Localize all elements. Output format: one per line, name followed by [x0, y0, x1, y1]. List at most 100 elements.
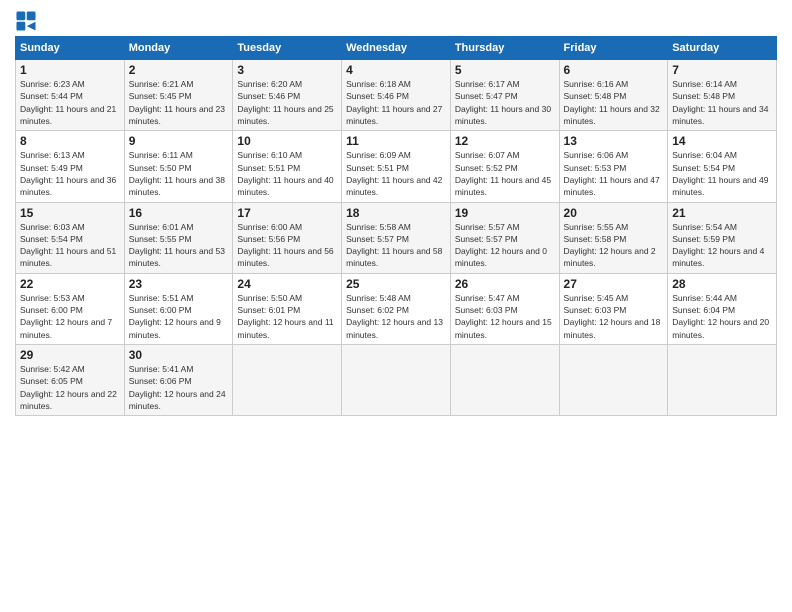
day-cell: [342, 345, 451, 416]
day-cell: 9Sunrise: 6:11 AMSunset: 5:50 PMDaylight…: [124, 131, 233, 202]
day-cell: 30Sunrise: 5:41 AMSunset: 6:06 PMDayligh…: [124, 345, 233, 416]
day-number: 4: [346, 63, 446, 77]
day-number: 20: [564, 206, 664, 220]
day-number: 26: [455, 277, 555, 291]
day-info: Sunrise: 5:42 AMSunset: 6:05 PMDaylight:…: [20, 363, 120, 412]
day-cell: 8Sunrise: 6:13 AMSunset: 5:49 PMDaylight…: [16, 131, 125, 202]
day-info: Sunrise: 5:45 AMSunset: 6:03 PMDaylight:…: [564, 292, 664, 341]
day-cell: 18Sunrise: 5:58 AMSunset: 5:57 PMDayligh…: [342, 202, 451, 273]
day-number: 10: [237, 134, 337, 148]
day-cell: 22Sunrise: 5:53 AMSunset: 6:00 PMDayligh…: [16, 273, 125, 344]
day-number: 5: [455, 63, 555, 77]
week-row-3: 15Sunrise: 6:03 AMSunset: 5:54 PMDayligh…: [16, 202, 777, 273]
week-row-1: 1Sunrise: 6:23 AMSunset: 5:44 PMDaylight…: [16, 60, 777, 131]
calendar-header-row: SundayMondayTuesdayWednesdayThursdayFrid…: [16, 37, 777, 60]
day-number: 1: [20, 63, 120, 77]
col-header-sunday: Sunday: [16, 37, 125, 60]
day-number: 8: [20, 134, 120, 148]
day-info: Sunrise: 6:07 AMSunset: 5:52 PMDaylight:…: [455, 149, 555, 198]
day-cell: 21Sunrise: 5:54 AMSunset: 5:59 PMDayligh…: [668, 202, 777, 273]
day-cell: 29Sunrise: 5:42 AMSunset: 6:05 PMDayligh…: [16, 345, 125, 416]
day-info: Sunrise: 6:09 AMSunset: 5:51 PMDaylight:…: [346, 149, 446, 198]
day-number: 12: [455, 134, 555, 148]
day-cell: 27Sunrise: 5:45 AMSunset: 6:03 PMDayligh…: [559, 273, 668, 344]
day-cell: 15Sunrise: 6:03 AMSunset: 5:54 PMDayligh…: [16, 202, 125, 273]
day-cell: 6Sunrise: 6:16 AMSunset: 5:48 PMDaylight…: [559, 60, 668, 131]
day-cell: 5Sunrise: 6:17 AMSunset: 5:47 PMDaylight…: [450, 60, 559, 131]
day-cell: 1Sunrise: 6:23 AMSunset: 5:44 PMDaylight…: [16, 60, 125, 131]
day-cell: 7Sunrise: 6:14 AMSunset: 5:48 PMDaylight…: [668, 60, 777, 131]
day-number: 6: [564, 63, 664, 77]
day-number: 24: [237, 277, 337, 291]
day-info: Sunrise: 6:16 AMSunset: 5:48 PMDaylight:…: [564, 78, 664, 127]
day-number: 21: [672, 206, 772, 220]
day-cell: 10Sunrise: 6:10 AMSunset: 5:51 PMDayligh…: [233, 131, 342, 202]
week-row-2: 8Sunrise: 6:13 AMSunset: 5:49 PMDaylight…: [16, 131, 777, 202]
day-cell: 13Sunrise: 6:06 AMSunset: 5:53 PMDayligh…: [559, 131, 668, 202]
day-cell: 24Sunrise: 5:50 AMSunset: 6:01 PMDayligh…: [233, 273, 342, 344]
day-info: Sunrise: 5:47 AMSunset: 6:03 PMDaylight:…: [455, 292, 555, 341]
week-row-5: 29Sunrise: 5:42 AMSunset: 6:05 PMDayligh…: [16, 345, 777, 416]
day-info: Sunrise: 6:10 AMSunset: 5:51 PMDaylight:…: [237, 149, 337, 198]
day-cell: 25Sunrise: 5:48 AMSunset: 6:02 PMDayligh…: [342, 273, 451, 344]
day-cell: 17Sunrise: 6:00 AMSunset: 5:56 PMDayligh…: [233, 202, 342, 273]
header: [15, 10, 777, 32]
day-cell: 12Sunrise: 6:07 AMSunset: 5:52 PMDayligh…: [450, 131, 559, 202]
day-number: 3: [237, 63, 337, 77]
day-info: Sunrise: 5:58 AMSunset: 5:57 PMDaylight:…: [346, 221, 446, 270]
day-number: 19: [455, 206, 555, 220]
day-cell: 28Sunrise: 5:44 AMSunset: 6:04 PMDayligh…: [668, 273, 777, 344]
day-info: Sunrise: 6:20 AMSunset: 5:46 PMDaylight:…: [237, 78, 337, 127]
day-info: Sunrise: 6:21 AMSunset: 5:45 PMDaylight:…: [129, 78, 229, 127]
day-info: Sunrise: 6:00 AMSunset: 5:56 PMDaylight:…: [237, 221, 337, 270]
day-cell: 20Sunrise: 5:55 AMSunset: 5:58 PMDayligh…: [559, 202, 668, 273]
day-info: Sunrise: 6:03 AMSunset: 5:54 PMDaylight:…: [20, 221, 120, 270]
day-cell: 11Sunrise: 6:09 AMSunset: 5:51 PMDayligh…: [342, 131, 451, 202]
day-info: Sunrise: 6:06 AMSunset: 5:53 PMDaylight:…: [564, 149, 664, 198]
day-cell: 26Sunrise: 5:47 AMSunset: 6:03 PMDayligh…: [450, 273, 559, 344]
logo: [15, 10, 39, 32]
day-number: 14: [672, 134, 772, 148]
col-header-monday: Monday: [124, 37, 233, 60]
day-info: Sunrise: 6:01 AMSunset: 5:55 PMDaylight:…: [129, 221, 229, 270]
day-info: Sunrise: 5:44 AMSunset: 6:04 PMDaylight:…: [672, 292, 772, 341]
day-number: 30: [129, 348, 229, 362]
day-info: Sunrise: 6:18 AMSunset: 5:46 PMDaylight:…: [346, 78, 446, 127]
day-number: 23: [129, 277, 229, 291]
day-info: Sunrise: 6:13 AMSunset: 5:49 PMDaylight:…: [20, 149, 120, 198]
col-header-tuesday: Tuesday: [233, 37, 342, 60]
day-cell: 16Sunrise: 6:01 AMSunset: 5:55 PMDayligh…: [124, 202, 233, 273]
day-info: Sunrise: 5:51 AMSunset: 6:00 PMDaylight:…: [129, 292, 229, 341]
day-cell: [233, 345, 342, 416]
day-info: Sunrise: 5:50 AMSunset: 6:01 PMDaylight:…: [237, 292, 337, 341]
col-header-thursday: Thursday: [450, 37, 559, 60]
day-info: Sunrise: 6:14 AMSunset: 5:48 PMDaylight:…: [672, 78, 772, 127]
day-info: Sunrise: 6:23 AMSunset: 5:44 PMDaylight:…: [20, 78, 120, 127]
day-cell: [450, 345, 559, 416]
day-info: Sunrise: 5:53 AMSunset: 6:00 PMDaylight:…: [20, 292, 120, 341]
day-number: 29: [20, 348, 120, 362]
day-number: 25: [346, 277, 446, 291]
day-number: 15: [20, 206, 120, 220]
day-info: Sunrise: 6:11 AMSunset: 5:50 PMDaylight:…: [129, 149, 229, 198]
logo-icon: [15, 10, 37, 32]
day-info: Sunrise: 6:04 AMSunset: 5:54 PMDaylight:…: [672, 149, 772, 198]
day-number: 11: [346, 134, 446, 148]
day-cell: 23Sunrise: 5:51 AMSunset: 6:00 PMDayligh…: [124, 273, 233, 344]
day-cell: 14Sunrise: 6:04 AMSunset: 5:54 PMDayligh…: [668, 131, 777, 202]
col-header-saturday: Saturday: [668, 37, 777, 60]
day-number: 9: [129, 134, 229, 148]
day-info: Sunrise: 5:55 AMSunset: 5:58 PMDaylight:…: [564, 221, 664, 270]
day-number: 2: [129, 63, 229, 77]
day-cell: 2Sunrise: 6:21 AMSunset: 5:45 PMDaylight…: [124, 60, 233, 131]
day-number: 7: [672, 63, 772, 77]
day-info: Sunrise: 5:41 AMSunset: 6:06 PMDaylight:…: [129, 363, 229, 412]
day-cell: [668, 345, 777, 416]
day-number: 17: [237, 206, 337, 220]
col-header-wednesday: Wednesday: [342, 37, 451, 60]
day-number: 18: [346, 206, 446, 220]
day-cell: 4Sunrise: 6:18 AMSunset: 5:46 PMDaylight…: [342, 60, 451, 131]
week-row-4: 22Sunrise: 5:53 AMSunset: 6:00 PMDayligh…: [16, 273, 777, 344]
day-number: 13: [564, 134, 664, 148]
day-cell: 3Sunrise: 6:20 AMSunset: 5:46 PMDaylight…: [233, 60, 342, 131]
